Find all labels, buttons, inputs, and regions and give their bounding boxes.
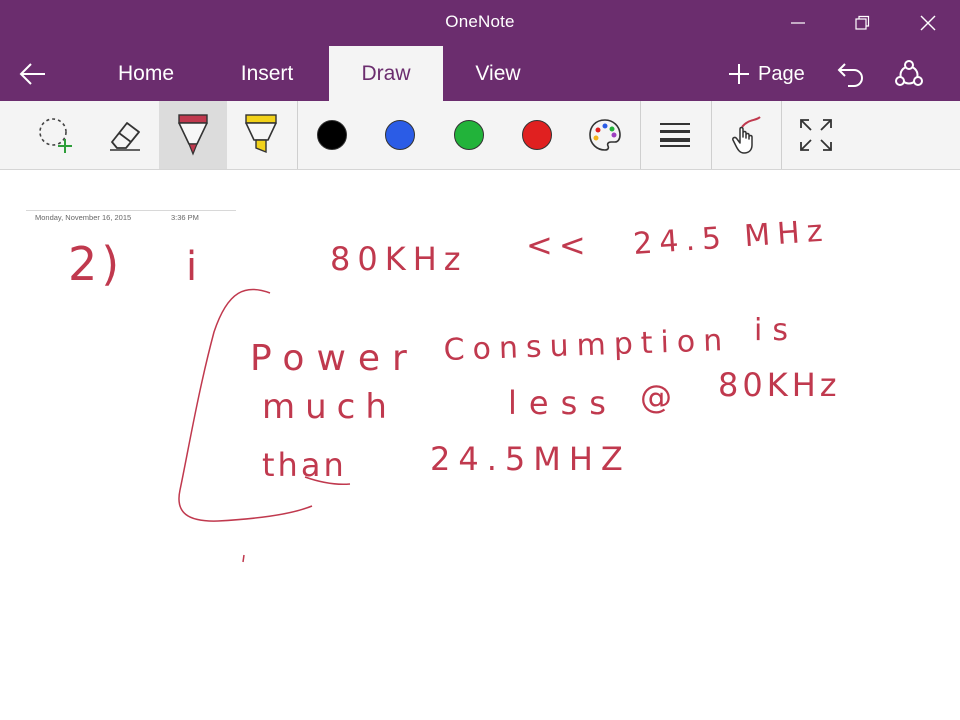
- pen-icon: [178, 114, 208, 156]
- eraser-icon: [110, 122, 140, 151]
- line-thickness-button[interactable]: [641, 101, 709, 169]
- tab-draw[interactable]: Draw: [329, 46, 443, 101]
- ink-word-consumption: Consumption: [443, 323, 731, 368]
- full-screen-icon: [800, 119, 832, 151]
- ink-stray-mark: [242, 554, 245, 563]
- minimize-icon: [791, 22, 805, 24]
- highlighter-icon: [245, 114, 277, 154]
- highlighter-button[interactable]: [227, 101, 295, 169]
- ink-layer: 2) i 80KHz << 24.5 MHz Power Consumption…: [68, 213, 841, 563]
- full-screen-button[interactable]: [782, 101, 850, 169]
- ink-word-less: less: [508, 384, 618, 422]
- color-palette-icon: [589, 119, 621, 151]
- ink-line1-freq-b: 24.5 MHz: [632, 213, 830, 262]
- color-red-swatch[interactable]: [522, 120, 552, 150]
- line-thickness-icon: [660, 123, 690, 147]
- undo-icon: [837, 63, 863, 87]
- plus-icon: [729, 64, 749, 84]
- ink-word-than: than: [262, 446, 347, 484]
- ink-number: 2): [68, 237, 123, 291]
- pen-button[interactable]: [159, 101, 227, 169]
- lasso-select-button[interactable]: [22, 101, 90, 169]
- ink-line1-operator: <<: [526, 226, 592, 264]
- add-page-label: Page: [758, 63, 805, 85]
- undo-button[interactable]: [836, 60, 866, 90]
- minimize-button[interactable]: [766, 0, 830, 46]
- restore-icon: [855, 15, 870, 30]
- ribbon-tab-bar: Home Insert Draw View Page: [0, 46, 960, 101]
- ink-roman: i: [186, 244, 197, 290]
- ink-word-much: much: [262, 387, 397, 427]
- restore-button[interactable]: [830, 0, 894, 46]
- close-button[interactable]: [896, 0, 960, 46]
- ink-word-power: Power: [250, 338, 419, 379]
- draw-toolbar: [0, 101, 960, 170]
- ink-word-at: @: [640, 378, 672, 416]
- draw-with-touch-icon: [732, 116, 761, 154]
- share-icon: [895, 60, 923, 86]
- back-button[interactable]: [18, 60, 62, 88]
- more-colors-button[interactable]: [571, 101, 639, 169]
- close-icon: [920, 15, 936, 31]
- ink-word-is: is: [754, 313, 798, 348]
- color-blue-swatch[interactable]: [385, 120, 415, 150]
- ink-line1-freq-a: 80KHz: [330, 240, 468, 278]
- add-page-button[interactable]: Page: [727, 58, 807, 90]
- share-button[interactable]: [893, 59, 925, 91]
- back-arrow-icon: [19, 63, 45, 85]
- lasso-select-icon: [39, 118, 72, 153]
- tab-view[interactable]: View: [455, 46, 541, 101]
- title-bar: OneNote: [0, 0, 960, 46]
- toolbar-separator: [297, 101, 298, 169]
- tab-home[interactable]: Home: [96, 46, 196, 101]
- color-black-swatch[interactable]: [317, 120, 347, 150]
- ink-word-24-5mhz: 24.5MHZ: [430, 440, 631, 478]
- tab-insert[interactable]: Insert: [218, 46, 316, 101]
- eraser-button[interactable]: [91, 101, 159, 169]
- draw-with-touch-button[interactable]: [712, 101, 780, 169]
- color-green-swatch[interactable]: [454, 120, 484, 150]
- page-canvas[interactable]: Monday, November 16, 2015 3:36 PM 2) i 8…: [0, 170, 960, 720]
- ink-word-80khz: 80KHz: [718, 366, 841, 404]
